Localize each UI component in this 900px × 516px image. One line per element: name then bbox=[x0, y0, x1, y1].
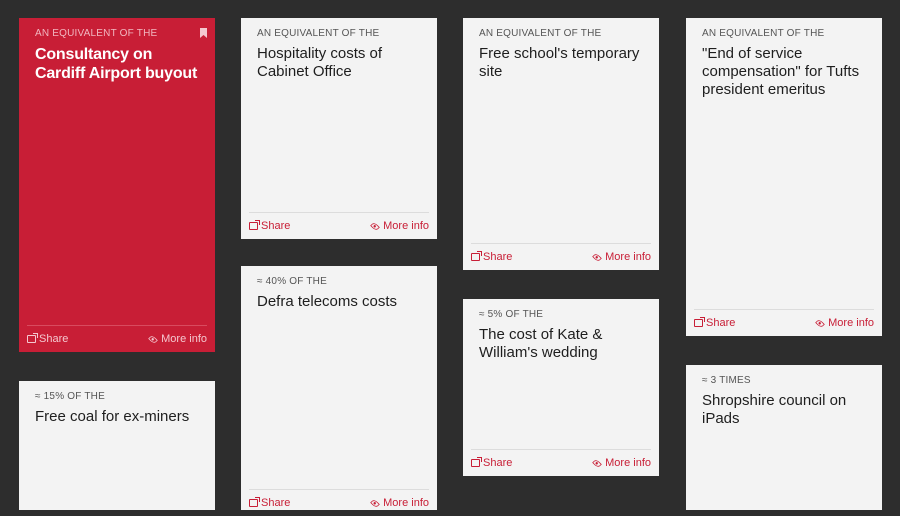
bookmark-icon[interactable] bbox=[200, 28, 207, 38]
share-label: Share bbox=[39, 333, 69, 345]
card-title: Consultancy on Cardiff Airport buyout bbox=[35, 46, 198, 82]
share-button[interactable]: Share bbox=[694, 317, 735, 329]
eye-icon bbox=[370, 221, 380, 231]
more-info-label: More info bbox=[605, 251, 651, 263]
card-footer: Share More info bbox=[27, 325, 207, 352]
comparison-card[interactable]: ≈ 40% OF THE Defra telecoms costs Share … bbox=[241, 266, 437, 510]
card-eyebrow: ≈ 40% OF THE bbox=[257, 276, 327, 287]
card-eyebrow: ≈ 5% OF THE bbox=[479, 309, 544, 320]
share-label: Share bbox=[706, 317, 736, 329]
share-button[interactable]: Share bbox=[27, 333, 68, 345]
more-info-label: More info bbox=[383, 497, 429, 509]
share-button[interactable]: Share bbox=[249, 497, 290, 509]
more-info-button[interactable]: More info bbox=[370, 497, 429, 509]
share-icon bbox=[249, 497, 260, 507]
more-info-label: More info bbox=[161, 333, 207, 345]
card-title: The cost of Kate & William's wedding bbox=[479, 326, 603, 361]
card-title: Defra telecoms costs bbox=[257, 293, 398, 310]
card-title: Free school's temporary site bbox=[479, 45, 640, 80]
card-eyebrow: ≈ 15% OF THE bbox=[35, 391, 105, 402]
eye-icon bbox=[592, 252, 602, 262]
share-icon bbox=[471, 251, 482, 261]
card-footer: Share More info bbox=[249, 489, 429, 516]
card-title: Hospitality costs of Cabinet Office bbox=[257, 45, 383, 80]
eye-icon bbox=[592, 458, 602, 468]
card-eyebrow: AN EQUIVALENT OF THE bbox=[479, 28, 602, 39]
eye-icon bbox=[370, 498, 380, 508]
card-title: "End of service compensation" for Tufts … bbox=[702, 45, 860, 98]
card-eyebrow: ≈ 3 TIMES bbox=[702, 375, 751, 386]
card-footer: Share More info bbox=[249, 212, 429, 239]
card-eyebrow: AN EQUIVALENT OF THE bbox=[257, 28, 380, 39]
comparison-card[interactable]: AN EQUIVALENT OF THE "End of service com… bbox=[686, 18, 882, 336]
more-info-button[interactable]: More info bbox=[815, 317, 874, 329]
more-info-label: More info bbox=[605, 457, 651, 469]
more-info-label: More info bbox=[828, 317, 874, 329]
card-footer: Share More info bbox=[694, 309, 874, 336]
comparison-card[interactable]: AN EQUIVALENT OF THE Consultancy on Card… bbox=[19, 18, 215, 352]
more-info-label: More info bbox=[383, 220, 429, 232]
share-label: Share bbox=[261, 220, 291, 232]
more-info-button[interactable]: More info bbox=[370, 220, 429, 232]
comparison-card[interactable]: AN EQUIVALENT OF THE Hospitality costs o… bbox=[241, 18, 437, 239]
card-title: Free coal for ex-miners bbox=[35, 408, 190, 425]
more-info-button[interactable]: More info bbox=[592, 457, 651, 469]
comparison-card[interactable]: AN EQUIVALENT OF THE Free school's tempo… bbox=[463, 18, 659, 270]
comparison-card[interactable]: ≈ 15% OF THE Free coal for ex-miners bbox=[19, 381, 215, 510]
share-label: Share bbox=[483, 251, 513, 263]
eye-icon bbox=[815, 318, 825, 328]
card-footer: Share More info bbox=[471, 243, 651, 270]
share-label: Share bbox=[483, 457, 513, 469]
card-footer: Share More info bbox=[471, 449, 651, 476]
more-info-button[interactable]: More info bbox=[592, 251, 651, 263]
share-label: Share bbox=[261, 497, 291, 509]
card-title: Shropshire council on iPads bbox=[702, 392, 847, 427]
share-icon bbox=[249, 220, 260, 230]
share-icon bbox=[471, 457, 482, 467]
share-icon bbox=[27, 333, 38, 343]
eye-icon bbox=[148, 334, 158, 344]
more-info-button[interactable]: More info bbox=[148, 333, 207, 345]
card-eyebrow: AN EQUIVALENT OF THE bbox=[702, 28, 825, 39]
share-button[interactable]: Share bbox=[471, 251, 512, 263]
share-button[interactable]: Share bbox=[249, 220, 290, 232]
share-button[interactable]: Share bbox=[471, 457, 512, 469]
comparison-card[interactable]: ≈ 5% OF THE The cost of Kate & William's… bbox=[463, 299, 659, 476]
card-eyebrow: AN EQUIVALENT OF THE bbox=[35, 28, 158, 39]
comparison-card[interactable]: ≈ 3 TIMES Shropshire council on iPads bbox=[686, 365, 882, 510]
share-icon bbox=[694, 317, 705, 327]
